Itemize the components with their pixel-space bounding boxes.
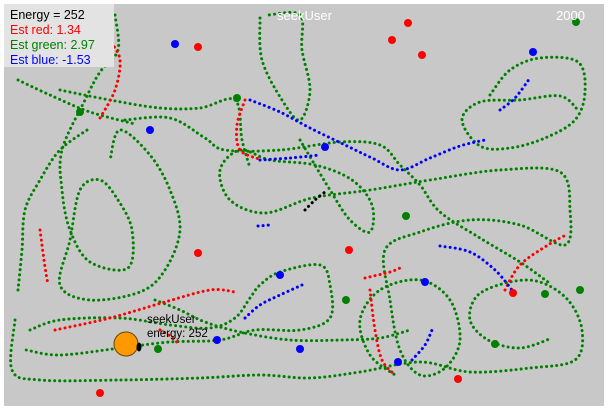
- green-trail: [460, 55, 587, 151]
- est-blue-readout: Est blue: -1.53: [10, 53, 91, 67]
- agent-eye-icon: [136, 342, 142, 352]
- green-food-dot: [233, 94, 241, 102]
- red-food-dot: [96, 389, 104, 397]
- green-food-dot: [491, 340, 499, 348]
- green-food-dot: [541, 290, 549, 298]
- blue-food-dot: [529, 48, 537, 56]
- blue-food-dot: [296, 345, 304, 353]
- red-food-dot: [194, 43, 202, 51]
- green-food-dot: [342, 296, 350, 304]
- agent-body[interactable]: [113, 331, 139, 357]
- red-food-dot: [194, 249, 202, 257]
- red-food-dot: [418, 51, 426, 59]
- green-trail: [9, 278, 585, 383]
- game-canvas[interactable]: Energy = 252 Est red: 1.34 Est green: 2.…: [0, 0, 609, 410]
- game-title: seekUser: [277, 8, 332, 23]
- green-trail: [58, 88, 252, 170]
- green-food-dot: [154, 345, 162, 353]
- green-food-dot: [576, 286, 584, 294]
- blue-food-dot: [421, 278, 429, 286]
- agent-name-label: seekUser: [147, 314, 196, 326]
- est-red-readout: Est red: 1.34: [10, 23, 81, 37]
- blue-trail: [498, 76, 532, 112]
- blue-food-dot: [213, 336, 221, 344]
- green-food-dot: [76, 108, 84, 116]
- blue-food-dot: [276, 271, 284, 279]
- blue-trail: [243, 283, 304, 320]
- red-food-dot: [509, 289, 517, 297]
- blue-food-dot: [394, 358, 402, 366]
- red-food-dot: [388, 36, 396, 44]
- red-trail: [53, 288, 237, 332]
- black-trail: [303, 190, 327, 212]
- green-food-dot: [402, 212, 410, 220]
- blue-trail: [256, 223, 272, 228]
- red-trail: [363, 266, 402, 280]
- agent-energy-label: energy: 252: [147, 328, 208, 340]
- blue-food-dot: [321, 143, 329, 151]
- green-trail: [258, 10, 312, 122]
- blue-food-dot: [146, 126, 154, 134]
- blue-trail: [410, 328, 434, 362]
- red-trail: [38, 228, 50, 287]
- blue-food-dot: [171, 40, 179, 48]
- green-trail: [218, 138, 573, 378]
- red-food-dot: [454, 375, 462, 383]
- step-counter: 2000: [556, 8, 585, 23]
- green-trail: [16, 126, 92, 292]
- red-food-dot: [345, 246, 353, 254]
- est-green-readout: Est green: 2.97: [10, 38, 95, 52]
